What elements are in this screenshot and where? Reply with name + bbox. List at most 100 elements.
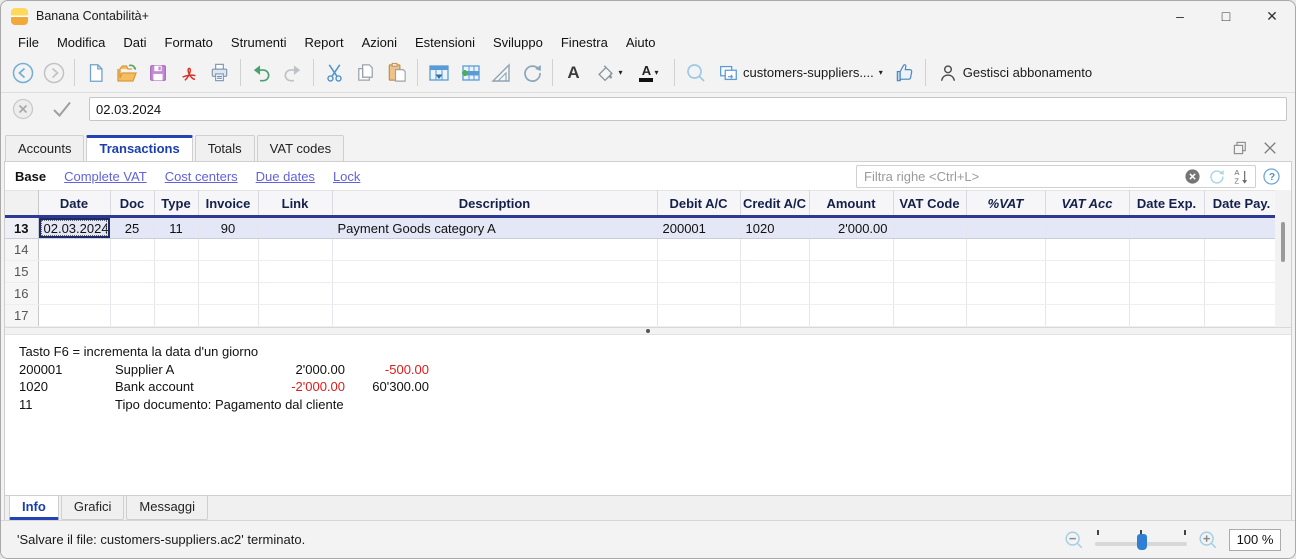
empty-cell[interactable]: [966, 260, 1046, 283]
empty-cell[interactable]: [1045, 304, 1130, 327]
col-invoice[interactable]: Invoice: [198, 190, 259, 218]
fill-color-button[interactable]: ▾: [589, 57, 629, 88]
redo-button[interactable]: [277, 57, 308, 88]
save-button[interactable]: [142, 57, 173, 88]
col-debit[interactable]: Debit A/C: [657, 190, 741, 218]
empty-cell[interactable]: [1129, 282, 1205, 305]
sort-rows-icon[interactable]: AZ: [1232, 167, 1251, 186]
col-link[interactable]: Link: [258, 190, 333, 218]
menu-finestra[interactable]: Finestra: [552, 33, 617, 52]
empty-cell[interactable]: [740, 238, 810, 261]
empty-cell[interactable]: [332, 282, 658, 305]
maximize-button[interactable]: □: [1203, 1, 1249, 31]
empty-cell[interactable]: [893, 260, 967, 283]
cell-credit[interactable]: 1020: [740, 216, 810, 239]
empty-cell[interactable]: [38, 282, 111, 305]
print-button[interactable]: [204, 57, 235, 88]
empty-cell[interactable]: [809, 304, 894, 327]
row-number[interactable]: 15: [5, 260, 39, 283]
panel-splitter[interactable]: [5, 327, 1291, 335]
col-date[interactable]: Date: [38, 190, 111, 218]
col-amount[interactable]: Amount: [809, 190, 894, 218]
forward-button[interactable]: [38, 57, 69, 88]
empty-cell[interactable]: [893, 304, 967, 327]
col-vat-code[interactable]: VAT Code: [893, 190, 967, 218]
empty-cell[interactable]: [1045, 260, 1130, 283]
empty-cell[interactable]: [258, 260, 333, 283]
col-credit[interactable]: Credit A/C: [740, 190, 810, 218]
empty-cell[interactable]: [38, 238, 111, 261]
zoom-slider[interactable]: [1095, 529, 1187, 550]
pdf-export-button[interactable]: [173, 57, 204, 88]
paste-button[interactable]: [381, 57, 412, 88]
col-date-pay[interactable]: Date Pay.: [1204, 190, 1280, 218]
empty-cell[interactable]: [1204, 304, 1280, 327]
font-button[interactable]: A: [558, 57, 589, 88]
refresh-filter-icon[interactable]: [1207, 167, 1226, 186]
empty-cell[interactable]: [198, 304, 259, 327]
empty-cell[interactable]: [258, 304, 333, 327]
menu-modifica[interactable]: Modifica: [48, 33, 114, 52]
view-base[interactable]: Base: [15, 169, 46, 184]
insert-rows-button[interactable]: [423, 57, 454, 88]
empty-cell[interactable]: [110, 282, 155, 305]
tab-grafici[interactable]: Grafici: [60, 496, 125, 520]
open-documents-selector[interactable]: customers-suppliers.... ▾: [711, 57, 889, 88]
zoom-in-icon[interactable]: [1197, 529, 1219, 551]
cell-link[interactable]: [258, 216, 333, 239]
col-vat-acc[interactable]: VAT Acc: [1045, 190, 1130, 218]
empty-cell[interactable]: [38, 304, 111, 327]
back-button[interactable]: [7, 57, 38, 88]
recalculate-button[interactable]: [516, 57, 547, 88]
empty-cell[interactable]: [740, 304, 810, 327]
empty-cell[interactable]: [154, 304, 199, 327]
vertical-scrollbar[interactable]: [1275, 190, 1291, 327]
empty-cell[interactable]: [258, 238, 333, 261]
col-date-exp[interactable]: Date Exp.: [1129, 190, 1205, 218]
design-mode-button[interactable]: [485, 57, 516, 88]
add-rows-button[interactable]: [454, 57, 485, 88]
cancel-edit-icon[interactable]: [11, 97, 35, 121]
float-window-icon[interactable]: [1231, 139, 1249, 157]
cell-doc[interactable]: 25: [110, 216, 155, 239]
empty-cell[interactable]: [740, 260, 810, 283]
tab-totals[interactable]: Totals: [194, 135, 255, 161]
empty-cell[interactable]: [809, 282, 894, 305]
cell-vat-acc[interactable]: [1045, 216, 1130, 239]
cell-description[interactable]: Payment Goods category A: [332, 216, 658, 239]
empty-cell[interactable]: [809, 260, 894, 283]
manage-subscription-button[interactable]: Gestisci abbonamento: [931, 57, 1098, 88]
menu-aiuto[interactable]: Aiuto: [617, 33, 665, 52]
search-button[interactable]: [680, 57, 711, 88]
minimize-button[interactable]: –: [1157, 1, 1203, 31]
empty-cell[interactable]: [1129, 260, 1205, 283]
empty-cell[interactable]: [198, 282, 259, 305]
menu-sviluppo[interactable]: Sviluppo: [484, 33, 552, 52]
tab-accounts[interactable]: Accounts: [5, 135, 85, 161]
empty-cell[interactable]: [809, 238, 894, 261]
cell-debit[interactable]: 200001: [657, 216, 741, 239]
zoom-out-icon[interactable]: [1063, 529, 1085, 551]
cell-vat-code[interactable]: [893, 216, 967, 239]
empty-cell[interactable]: [1204, 282, 1280, 305]
empty-cell[interactable]: [657, 238, 741, 261]
empty-cell[interactable]: [38, 260, 111, 283]
empty-cell[interactable]: [657, 260, 741, 283]
help-icon[interactable]: ?: [1262, 167, 1281, 186]
empty-cell[interactable]: [110, 304, 155, 327]
empty-cell[interactable]: [332, 304, 658, 327]
menu-azioni[interactable]: Azioni: [353, 33, 406, 52]
empty-cell[interactable]: [198, 260, 259, 283]
row-number[interactable]: 13: [5, 216, 39, 239]
zoom-percentage[interactable]: 100 %: [1229, 528, 1281, 551]
new-file-button[interactable]: [80, 57, 111, 88]
cell-date-exp[interactable]: [1129, 216, 1205, 239]
empty-cell[interactable]: [332, 238, 658, 261]
menu-dati[interactable]: Dati: [114, 33, 155, 52]
cell-date-pay[interactable]: [1204, 216, 1280, 239]
menu-file[interactable]: File: [9, 33, 48, 52]
empty-cell[interactable]: [893, 282, 967, 305]
clear-filter-icon[interactable]: [1184, 168, 1201, 185]
cell-date[interactable]: 02.03.2024: [38, 216, 111, 239]
empty-cell[interactable]: [332, 260, 658, 283]
